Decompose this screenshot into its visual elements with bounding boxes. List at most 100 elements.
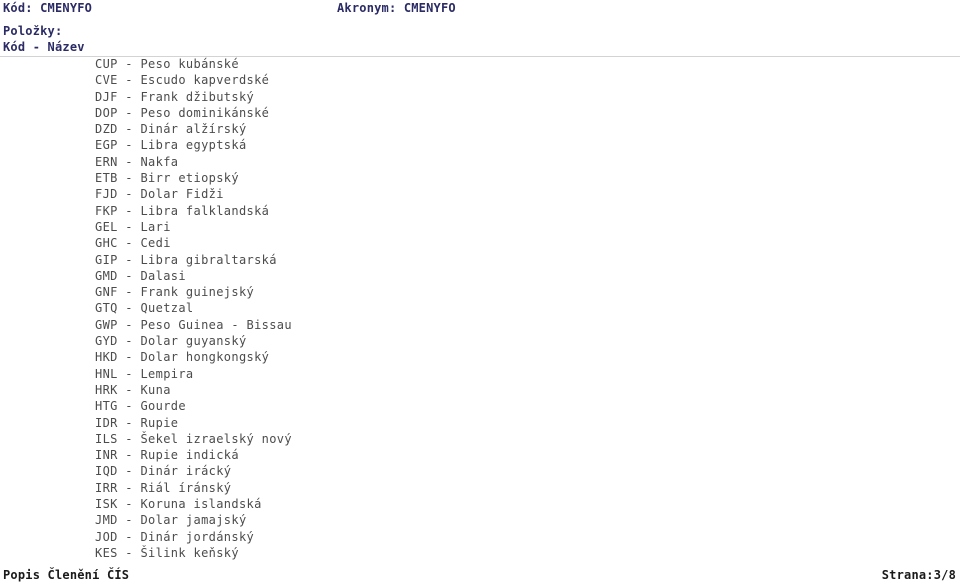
item-code: EGP [95, 138, 118, 153]
item-separator: - [117, 317, 141, 332]
page-number: Strana:3/8 [881, 568, 956, 582]
item-separator: - [117, 545, 141, 560]
item-separator: - [117, 431, 141, 446]
item-separator: - [117, 350, 141, 365]
item-code: GNF [95, 285, 118, 300]
item-separator: - [117, 236, 141, 251]
item-name: Dinár irácký [140, 464, 232, 479]
item-name: Riál íránský [140, 480, 232, 495]
item-code: INR [95, 448, 118, 463]
item-separator: - [117, 268, 141, 283]
list-item: KES - Šilink keňský [95, 545, 855, 561]
item-code: HNL [95, 366, 118, 381]
list-item: HKD - Dolar hongkongský [95, 349, 855, 365]
item-code: GEL [95, 219, 118, 234]
item-separator: - [117, 171, 141, 186]
item-code: GWP [95, 317, 118, 332]
list-item: JMD - Dolar jamajský [95, 512, 855, 528]
item-name: Dinár jordánský [140, 529, 255, 544]
item-code: GIP [95, 252, 118, 267]
document-code: Kód: CMENYFO [3, 1, 93, 15]
list-item: ILS - Šekel izraelský nový [95, 431, 855, 447]
item-name: Gourde [140, 399, 186, 414]
list-item: GMD - Dalasi [95, 268, 855, 284]
list-item: JOD - Dinár jordánský [95, 529, 855, 545]
item-name: Lari [140, 219, 171, 234]
item-separator: - [117, 529, 141, 544]
item-code: CUP [95, 57, 118, 71]
item-separator: - [117, 219, 141, 234]
document-acronym: Akronym: CMENYFO [337, 1, 456, 15]
item-separator: - [117, 334, 141, 349]
list-item: GIP - Libra gibraltarská [95, 252, 855, 268]
item-code: CVE [95, 73, 118, 88]
item-code: JOD [95, 529, 118, 544]
list-item: GEL - Lari [95, 219, 855, 235]
list-item: HTG - Gourde [95, 398, 855, 414]
item-name: Libra falklandská [140, 203, 270, 218]
item-separator: - [117, 464, 141, 479]
item-code: ERN [95, 154, 118, 169]
item-name: Kuna [140, 382, 171, 397]
list-item: IQD - Dinár irácký [95, 463, 855, 479]
item-name: Quetzal [140, 301, 194, 316]
item-separator: - [117, 301, 141, 316]
item-code: HKD [95, 350, 118, 365]
list-item: EGP - Libra egyptská [95, 137, 855, 153]
item-separator: - [117, 366, 141, 381]
list-item: IDR - Rupie [95, 415, 855, 431]
list-item: HNL - Lempira [95, 366, 855, 382]
item-name: Libra gibraltarská [140, 252, 277, 267]
item-name: Rupie [140, 415, 179, 430]
header-top-row: Kód: CMENYFO Akronym: CMENYFO [0, 0, 960, 18]
item-separator: - [117, 138, 141, 153]
item-code: DZD [95, 122, 118, 137]
item-name: Peso dominikánské [140, 105, 270, 120]
list-item: IRR - Riál íránský [95, 480, 855, 496]
item-name: Nakfa [140, 154, 179, 169]
list-item: DJF - Frank džibutský [95, 89, 855, 105]
document-page: { "header": { "code_label": "Kód:", "cod… [0, 0, 960, 588]
item-name: Lempira [140, 366, 194, 381]
item-code: HTG [95, 399, 118, 414]
item-code: ILS [95, 431, 118, 446]
item-code: HRK [95, 382, 118, 397]
item-code: FKP [95, 203, 118, 218]
item-name: Frank džibutský [140, 89, 255, 104]
item-name: Dolar jamajský [140, 513, 247, 528]
item-separator: - [117, 187, 141, 202]
item-code: IRR [95, 480, 118, 495]
item-name: Dinár alžírský [140, 122, 247, 137]
item-separator: - [117, 480, 141, 495]
item-code: IDR [95, 415, 118, 430]
item-code: FJD [95, 187, 118, 202]
list-item: HRK - Kuna [95, 382, 855, 398]
item-name: Rupie indická [140, 448, 239, 463]
item-name: Peso kubánské [140, 57, 239, 71]
document-footer: Popis Členění ČÍS Strana:3/8 [0, 564, 960, 588]
item-name: Escudo kapverdské [140, 73, 270, 88]
item-code: ISK [95, 497, 118, 512]
item-name: Dolar Fidži [140, 187, 224, 202]
item-code: KES [95, 545, 118, 560]
item-code: GTQ [95, 301, 118, 316]
items-section-label: Položky: [3, 24, 63, 38]
item-code: GHC [95, 236, 118, 251]
item-separator: - [117, 399, 141, 414]
list-item: FKP - Libra falklandská [95, 203, 855, 219]
item-name: Libra egyptská [140, 138, 247, 153]
item-name: Dolar guyanský [140, 334, 247, 349]
item-separator: - [117, 89, 141, 104]
list-item: FJD - Dolar Fidži [95, 186, 855, 202]
item-separator: - [117, 252, 141, 267]
document-header: Kód: CMENYFO Akronym: CMENYFO Položky: K… [0, 0, 960, 56]
currency-code-list: CUP - Peso kubánské CVE - Escudo kapverds… [95, 56, 855, 561]
list-item: GNF - Frank guinejský [95, 284, 855, 300]
item-code: DOP [95, 105, 118, 120]
item-separator: - [117, 285, 141, 300]
list-item: GHC - Cedi [95, 235, 855, 251]
item-code: JMD [95, 513, 118, 528]
item-name: Dolar hongkongský [140, 350, 270, 365]
column-headers: Kód - Název [3, 40, 85, 54]
item-name: Birr etiopský [140, 171, 239, 186]
